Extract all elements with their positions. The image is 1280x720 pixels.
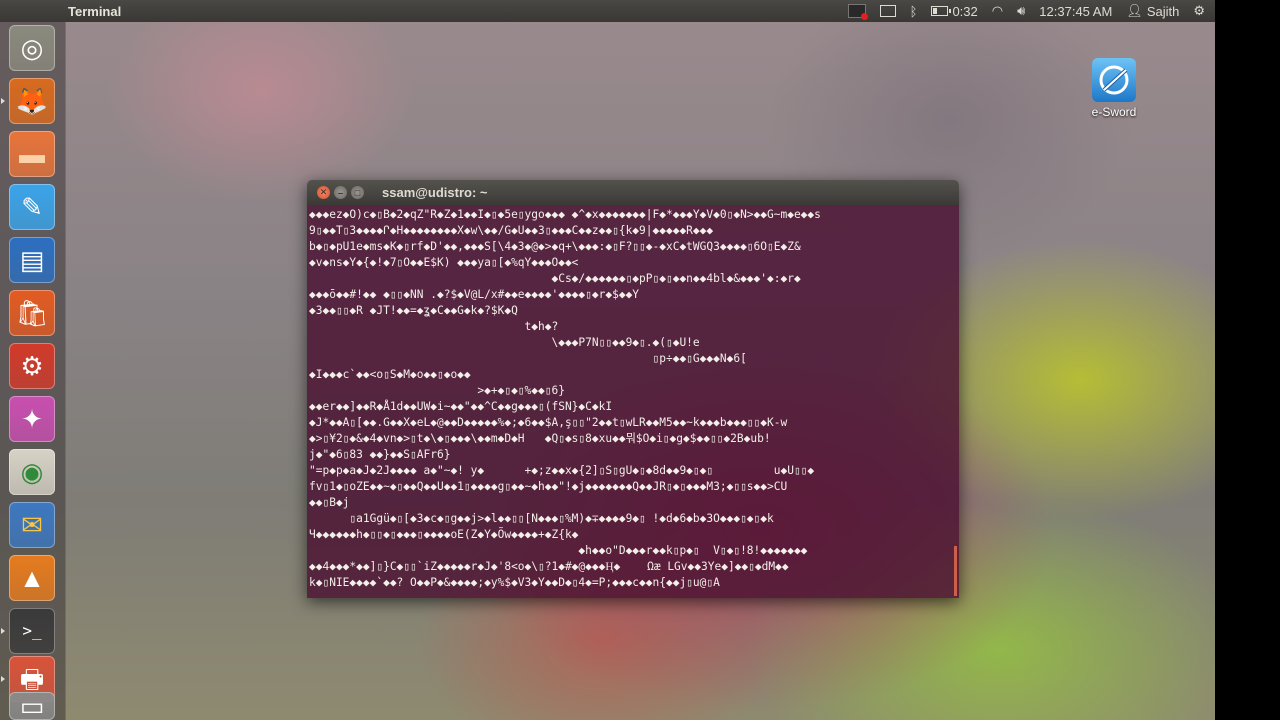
terminal-line: ▯p÷◆◆▯G◆◆◆N◆6[: [309, 352, 747, 365]
indicator-area: ᛒ 0:32 ◠ 🔊︎ 12:37:45 AM 👤︎ Sajith ⚙: [847, 3, 1215, 20]
terminal-line: j◆"◆6▯83 ◆◆}◆◆S▯AFr6}: [309, 448, 451, 461]
sound-indicator[interactable]: 🔊︎: [1017, 3, 1025, 19]
top-panel: Terminal ᛒ 0:32 ◠ 🔊︎ 12:37:45 AM 👤︎ Saji…: [0, 0, 1215, 22]
terminal-output: ◆◆◆ez◆O)c◆▯B◆2◆qZ"R◆Z◆1◆◆I◆▯◆5e▯ygo◆◆◆ ◆…: [309, 207, 955, 591]
desktop-icon-label: e-Sword: [1091, 105, 1137, 119]
user-name: Sajith: [1146, 3, 1180, 19]
battery-icon: [931, 6, 952, 16]
running-indicator: [1, 628, 5, 634]
e-sword-launcher[interactable]: ✎: [9, 184, 55, 230]
desktop-icon-e-sword[interactable]: e-Sword: [1085, 58, 1143, 119]
writer-launcher[interactable]: ▤: [9, 237, 55, 283]
terminal-line: ◆>▯¥2▯◆&◆4◆vn◆>▯t◆\◆▯◆◆◆\◆◆m◆D◆H ◆Q▯◆s▯8…: [309, 432, 771, 445]
terminal-line: ◆◆◆ō◆◆#!◆◆ ◆▯▯◆NN .◆?$◆V@L/x#◆◆e◆◆◆◆'◆◆◆…: [309, 288, 640, 301]
terminal-line: ◆◆◆ez◆O)c◆▯B◆2◆qZ"R◆Z◆1◆◆I◆▯◆5e▯ygo◆◆◆ ◆…: [309, 208, 821, 221]
running-indicator: [1, 98, 5, 104]
e-sword-icon: [1092, 58, 1136, 102]
mail-icon: [879, 5, 896, 17]
record-icon: [847, 4, 868, 20]
running-indicator: [1, 676, 5, 682]
terminal-line: ▯a1Ggü◆▯[◆3◆c◆▯g◆◆j>◆l◆◆▯▯[N◆◆◆▯%M)◆∓◆◆◆…: [309, 512, 774, 525]
terminal-line: ◆J*◆◆A▯[◆◆.G◆◆X◆eL◆@◆◆D◆◆◆◆◆%◆;◆6◆◆$A,ş▯…: [309, 416, 788, 429]
volume-icon: 🔊︎: [1017, 3, 1026, 18]
e-sword-icon: ✎: [21, 192, 43, 222]
terminal-title: ssam@udistro: ~: [382, 185, 488, 200]
terminal-line: Ч◆◆◆◆◆◆h◆▯▯◆▯◆◆◆▯◆◆◆◆oE(Z◆Y◆Õw◆◆◆◆+◆Z{k◆: [309, 528, 579, 541]
minimize-icon: –: [337, 187, 343, 198]
settings-icon: ⚙: [20, 351, 44, 381]
video-editor-icon: ✦: [21, 404, 43, 434]
user-icon: 👤︎: [1126, 3, 1143, 18]
session-indicator[interactable]: ⚙: [1193, 3, 1205, 19]
launcher: ◎ 🦊 ▬ ✎ ▤ 🛍 ⚙ ✦ ◉ ✉ ▲ >_ 🖶 ▭: [0, 22, 66, 720]
thunderbird-icon: ✉: [21, 510, 43, 540]
network-indicator[interactable]: ◠: [992, 3, 1003, 19]
desktop-background: Terminal ᛒ 0:32 ◠ 🔊︎ 12:37:45 AM 👤︎ Saji…: [0, 0, 1215, 720]
bluetooth-icon: ᛒ: [909, 3, 918, 19]
terminal-line: ◆◆▯B◆j: [309, 496, 350, 509]
chrome-launcher[interactable]: ◉: [9, 449, 55, 495]
battery-time: 0:32: [952, 3, 978, 19]
video-editor-launcher[interactable]: ✦: [9, 396, 55, 442]
ubuntu-dash-launcher[interactable]: ◎: [9, 25, 55, 71]
terminal-line: b◆▯◆pU1e◆ms◆K◆▯rf◆D'◆◆,◆◆◆S[\4◆3◆@◆>◆q+\…: [309, 240, 801, 253]
maximize-icon: □: [354, 187, 361, 198]
terminal-line: ◆◆er◆◆]◆◆R◆Å1d◆◆UW◆i~◆◆"◆◆^C◆◆g◆◆◆▯(fSN}…: [309, 400, 613, 413]
files-icon: ▬: [19, 139, 45, 169]
firefox-icon: 🦊: [15, 86, 49, 116]
wifi-icon: ◠: [991, 3, 1004, 18]
bluetooth-indicator[interactable]: ᛒ: [910, 4, 918, 19]
terminal-line: >◆+◆▯◆▯%◆◆▯6}: [309, 384, 565, 397]
settings-launcher[interactable]: ⚙: [9, 343, 55, 389]
terminal-icon: >_: [22, 621, 42, 640]
printer-icon: 🖶: [19, 664, 45, 694]
terminal-line: ◆Cs◆/◆◆◆◆◆◆▯◆pP▯◆▯◆◆n◆◆4bl◆&◆◆◆'◆:◆r◆: [309, 272, 801, 285]
screen-letterbox: [1215, 0, 1280, 720]
terminal-line: "=p◆p◆a◆J◆2J◆◆◆◆ a◆"~◆! y◆ +◆;z◆◆x◆{2]▯S…: [309, 464, 815, 477]
gear-icon: ⚙: [1193, 3, 1205, 18]
close-icon: ✕: [319, 187, 328, 197]
battery-indicator[interactable]: 0:32: [931, 3, 978, 19]
clock-indicator[interactable]: 12:37:45 AM: [1039, 4, 1112, 19]
terminal-line: fv▯1◆▯oZE◆◆~◆▯◆◆Q◆◆U◆◆1▯◆◆◆◆g▯◆◆~◆h◆◆"!◆…: [309, 480, 788, 493]
maximize-button[interactable]: □: [351, 186, 364, 199]
terminal-line: k◆▯NIE◆◆◆◆`◆◆? O◆◆P◆&◆◆◆◆;◆y%$◆V3◆Y◆◆D◆▯…: [309, 576, 720, 589]
thunderbird-launcher[interactable]: ✉: [9, 502, 55, 548]
terminal-line: 9▯◆◆T▯3◆◆◆◆Ր◆H◆◆◆◆◆◆◆◆X◆w\◆◆/G◆U◆◆3▯◆◆◆C…: [309, 224, 714, 237]
terminal-line: ◆v◆ns◆Y◆{◆!◆7▯O◆◆E$K) ◆◆◆ya▯[◆%qY◆◆◆O◆◆<: [309, 256, 579, 269]
terminal-line: ◆I◆◆◆c`◆◆<o▯S◆M◆o◆◆▯◆o◆◆: [309, 368, 471, 381]
software-center-icon: 🛍: [15, 298, 49, 328]
active-app-title: Terminal: [68, 3, 122, 19]
terminal-launcher[interactable]: >_: [9, 608, 55, 654]
firefox-launcher[interactable]: 🦊: [9, 78, 55, 124]
messaging-indicator[interactable]: [879, 5, 896, 17]
terminal-line: \◆◆◆P7N▯▯◆◆9◆▯.◆(▯◆U!e: [309, 336, 700, 349]
terminal-titlebar[interactable]: ✕ – □ ssam@udistro: ~: [307, 180, 959, 205]
vlc-icon: ▲: [19, 563, 45, 593]
software-center-launcher[interactable]: 🛍: [9, 290, 55, 336]
writer-icon: ▤: [19, 245, 45, 275]
clock: 12:37:45 AM: [1039, 3, 1113, 19]
ubuntu-dash-icon: ◎: [20, 33, 44, 63]
files-launcher[interactable]: ▬: [9, 131, 55, 177]
vlc-launcher[interactable]: ▲: [9, 555, 55, 601]
terminal-body[interactable]: ◆◆◆ez◆O)c◆▯B◆2◆qZ"R◆Z◆1◆◆I◆▯◆5e▯ygo◆◆◆ ◆…: [307, 205, 959, 598]
close-button[interactable]: ✕: [317, 186, 330, 199]
scroll-indicator: [954, 546, 957, 596]
drive-icon: ▭: [19, 692, 45, 720]
chrome-icon: ◉: [20, 457, 44, 487]
minimize-button[interactable]: –: [334, 186, 347, 199]
terminal-line: ◆h◆◆o"D◆◆◆r◆◆k▯p◆▯ V▯◆▯!8!◆◆◆◆◆◆◆: [309, 544, 808, 557]
terminal-line: t◆h◆?: [309, 320, 559, 333]
user-indicator[interactable]: 👤︎ Sajith: [1126, 3, 1179, 19]
terminal-line: ◆◆4◆◆◆*◆◆]▯}C◆▯▯`iZ◆◆◆◆◆r◆J◆'8<o◆\▯?1◆#◆…: [309, 560, 789, 573]
screen-recorder-indicator[interactable]: [847, 4, 868, 20]
terminal-window[interactable]: ✕ – □ ssam@udistro: ~ ◆◆◆ez◆O)c◆▯B◆2◆qZ"…: [307, 180, 959, 598]
drive-launcher[interactable]: ▭: [9, 692, 55, 720]
terminal-line: ◆3◆◆▯▯◆R ◆JT!◆◆=◆ʓ◆C◆◆G◆k◆?$K◆Q: [309, 304, 518, 317]
